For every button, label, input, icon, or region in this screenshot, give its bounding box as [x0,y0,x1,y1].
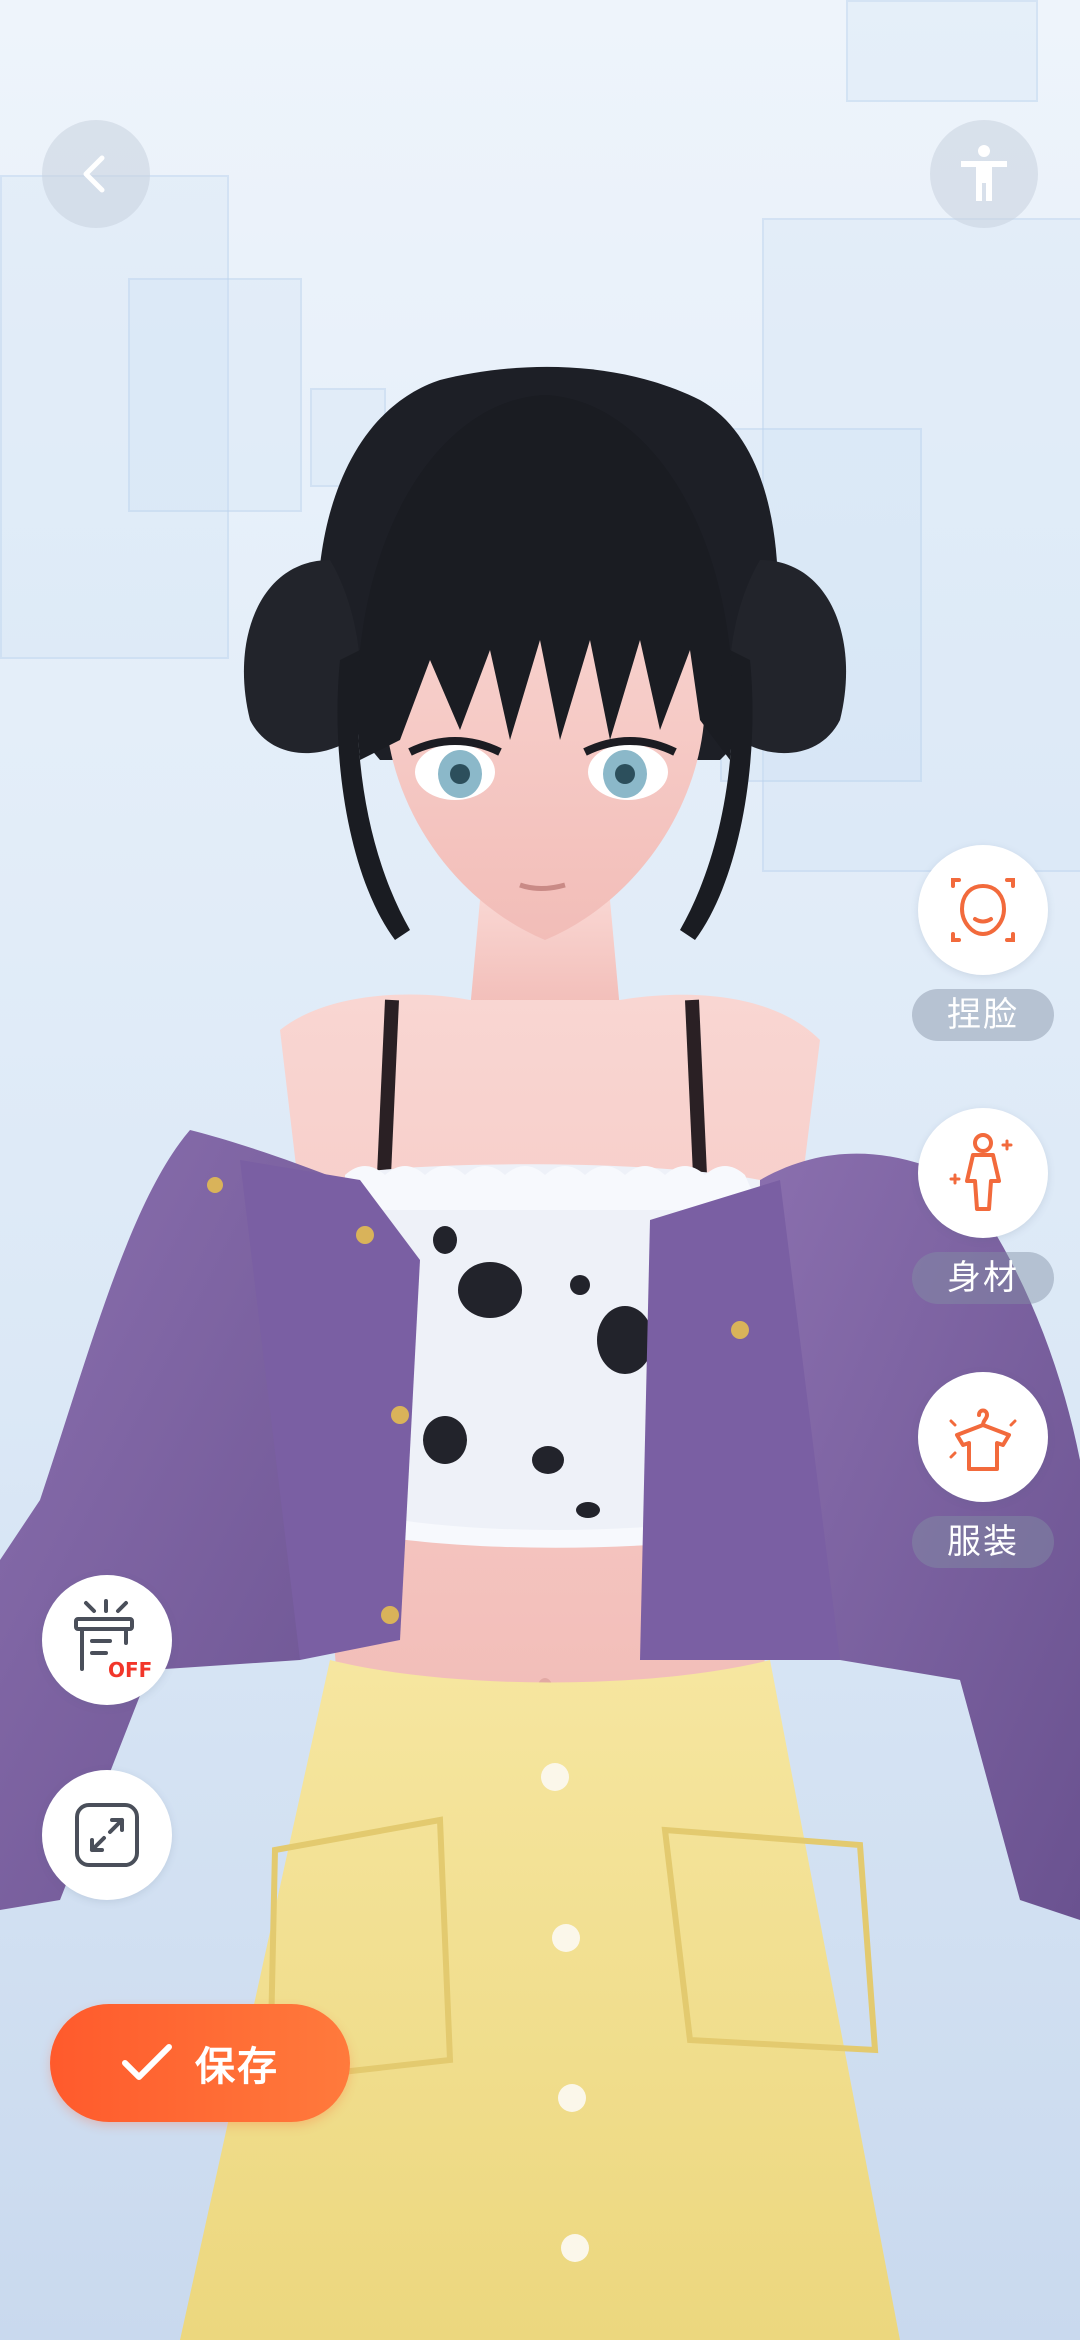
tool-body-label: 身材 [912,1252,1054,1304]
pose-button[interactable] [930,120,1038,228]
crop-top-ruffle [345,1166,760,1210]
top-strap-left [377,999,399,1176]
tool-body[interactable]: 身材 [908,1108,1058,1304]
back-button[interactable] [42,120,150,228]
tool-face-label: 捏脸 [912,989,1054,1041]
save-button[interactable]: 保存 [50,2004,350,2122]
background-toggle-badge: OFF [108,1658,152,1682]
background-toggle-button[interactable]: OFF [42,1575,172,1705]
clothing-tool-button[interactable] [918,1372,1048,1502]
checkmark-icon [121,2043,173,2083]
clothing-hanger-icon [949,1408,1017,1471]
face-sculpt-icon [951,878,1015,942]
body-shape-icon [949,1133,1013,1211]
skirt [180,1660,900,2340]
chevron-left-icon [83,155,105,193]
save-button-label: 保存 [195,2044,279,2090]
expand-arrows-icon [75,1803,139,1867]
tool-face[interactable]: 捏脸 [908,845,1058,1041]
tool-clothing[interactable]: 服装 [908,1372,1058,1568]
tool-clothing-label: 服装 [912,1516,1054,1568]
stage-background-icon: OFF [74,1599,152,1682]
top-strap-right [685,999,707,1176]
body-tool-button[interactable] [918,1108,1048,1238]
standing-figure-icon [961,145,1007,201]
face-tool-button[interactable] [918,845,1048,975]
avatar-editor-screen: 捏脸 身材 服装 OFF 保存 [0,0,1080,2340]
fullscreen-button[interactable] [42,1770,172,1900]
